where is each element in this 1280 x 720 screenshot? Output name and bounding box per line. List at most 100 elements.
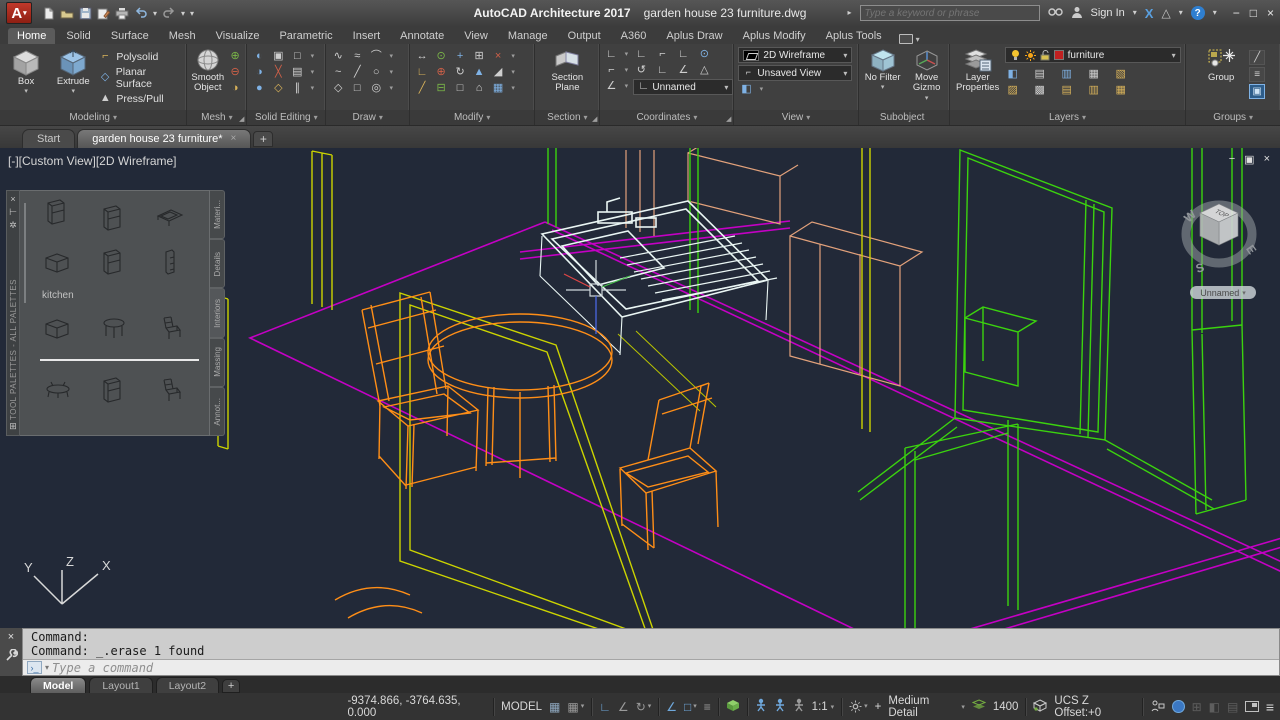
model-space-toggle[interactable]: MODEL: [501, 701, 542, 713]
ucs-object-icon[interactable]: ⊙: [696, 48, 712, 62]
section-plane-button[interactable]: Section Plane: [539, 47, 595, 94]
snap-mode-icon[interactable]: ▦▾: [567, 701, 584, 713]
customization-menu-icon[interactable]: ≡: [1266, 700, 1274, 714]
tab-solid[interactable]: Solid: [57, 28, 99, 44]
array-icon[interactable]: ⊞: [471, 50, 487, 64]
palette-item-sink[interactable]: [144, 197, 196, 239]
viewport-view-control[interactable]: [Custom View]: [19, 154, 96, 168]
interfere-icon[interactable]: ╳: [270, 66, 286, 80]
help-dropdown[interactable]: ▾: [1213, 9, 1217, 17]
trim-icon[interactable]: ∟: [414, 66, 430, 80]
new-tab-button[interactable]: +: [253, 131, 273, 147]
search-input[interactable]: [860, 5, 1040, 21]
cut-plane-icon[interactable]: [972, 699, 986, 714]
viewport-config-icon[interactable]: ◧: [738, 83, 754, 97]
planar-surface-button[interactable]: ◇Planar Surface: [98, 66, 182, 90]
panel-label-coordinates[interactable]: Coordinates: [600, 110, 733, 125]
offset-icon[interactable]: ↻: [452, 66, 468, 80]
arrayrect-icon[interactable]: ▦: [490, 82, 506, 96]
modify-row2-dropdown[interactable]: ▾: [509, 66, 517, 80]
ucs-icon-toggle[interactable]: ∟▾: [604, 48, 630, 62]
tab-home[interactable]: Home: [8, 28, 55, 44]
new-file-button[interactable]: [42, 7, 55, 20]
copy-icon[interactable]: □: [452, 82, 468, 96]
align-icon[interactable]: ⌂: [471, 82, 487, 96]
viewcube[interactable]: W S E TOP: [1180, 190, 1260, 290]
recent-commands-dropdown[interactable]: ▾: [45, 663, 49, 672]
hardware-acceleration-icon[interactable]: [1172, 700, 1185, 713]
mesh-less-icon[interactable]: ⊖: [227, 66, 243, 80]
layer-on-icon[interactable]: ▤: [1059, 84, 1075, 98]
panel-label-section[interactable]: Section: [535, 110, 599, 125]
solid-row1-dropdown[interactable]: ▾: [308, 50, 316, 64]
a360-icon[interactable]: △: [1161, 6, 1170, 20]
panel-label-view[interactable]: View: [734, 110, 857, 125]
search-flyout-arrow[interactable]: ▸: [848, 9, 852, 17]
press-pull-button[interactable]: ▲Press/Pull: [98, 92, 182, 106]
separate-icon[interactable]: ∥: [289, 82, 305, 96]
palette-item-shelf-unit[interactable]: [144, 241, 196, 283]
mesh-refine-icon[interactable]: ⊕: [227, 50, 243, 64]
extend-icon[interactable]: ╱: [414, 82, 430, 96]
ucs-cube-icon[interactable]: [1033, 699, 1047, 715]
layer-off-icon[interactable]: ▦: [1086, 68, 1102, 82]
search-icon[interactable]: [1048, 6, 1063, 21]
tab-surface[interactable]: Surface: [102, 28, 158, 44]
layer-freeze-icon[interactable]: ▥: [1059, 68, 1075, 82]
palette-item-fridge[interactable]: [88, 197, 140, 239]
panel-label-modeling[interactable]: Modeling: [0, 110, 186, 125]
command-close-icon[interactable]: ×: [8, 631, 14, 643]
draw-row3-dropdown[interactable]: ▾: [387, 82, 395, 96]
scale-icon[interactable]: +: [452, 50, 468, 64]
coordinates-expander-icon[interactable]: ◢: [726, 115, 731, 123]
ucs-x-icon[interactable]: ⌐: [654, 48, 670, 62]
tab-annotate[interactable]: Annotate: [391, 28, 453, 44]
slice-icon[interactable]: ▣: [270, 50, 286, 64]
palette-properties-icon[interactable]: ✲: [9, 219, 17, 232]
explode-icon[interactable]: ⊕: [433, 66, 449, 80]
autoscale-icon[interactable]: [774, 698, 786, 715]
group-selection-toggle-icon[interactable]: ▣: [1249, 84, 1265, 99]
polar-tracking-icon[interactable]: ∠: [618, 701, 629, 713]
isodraft-icon[interactable]: ↻▾: [636, 701, 652, 713]
palette-tab-details[interactable]: Details: [210, 239, 225, 288]
palette-title-bar[interactable]: × ⊢ ✲ TOOL PALETTES - ALL PALETTES ⊞: [6, 190, 20, 436]
palette-item-armchair[interactable]: [144, 369, 196, 411]
palette-item-arc2[interactable]: [88, 417, 140, 436]
revcloud-icon[interactable]: ≈: [349, 50, 365, 64]
layout-tab-layout1[interactable]: Layout1: [89, 677, 152, 693]
panel-label-groups[interactable]: Groups: [1186, 110, 1280, 125]
palette-item-arc3[interactable]: [144, 417, 196, 436]
palette-close-icon[interactable]: ×: [10, 193, 15, 206]
union-icon[interactable]: ◐: [251, 50, 267, 64]
visual-style-combo[interactable]: 2D Wireframe: [738, 47, 852, 63]
fillet-icon[interactable]: ◢: [490, 66, 506, 80]
section-expander-icon[interactable]: ◢: [592, 115, 597, 123]
ucs-z-icon[interactable]: ∠: [675, 64, 691, 78]
clean-screen-icon[interactable]: ▤: [1227, 701, 1238, 713]
shared-views-icon[interactable]: [1150, 699, 1165, 715]
freehand-icon[interactable]: ~: [330, 66, 346, 80]
a360-dropdown[interactable]: ▾: [1179, 9, 1183, 17]
file-tab-document[interactable]: garden house 23 furniture* ×: [77, 129, 251, 148]
ucs-world-icon[interactable]: ∟: [633, 48, 649, 62]
palette-item-arc1[interactable]: [32, 417, 84, 436]
tab-aplus-modify[interactable]: Aplus Modify: [734, 28, 815, 44]
maximize-button[interactable]: □: [1250, 6, 1257, 20]
ucs-named-icon[interactable]: ∟: [675, 48, 691, 62]
group-button[interactable]: Group: [1201, 47, 1241, 83]
annotation-monitor-plus[interactable]: +: [875, 701, 882, 713]
panel-label-subobject[interactable]: Subobject: [859, 110, 949, 125]
layer-properties-button[interactable]: Layer Properties: [954, 47, 1002, 94]
save-button[interactable]: [79, 7, 92, 20]
palette-item-chair[interactable]: [144, 307, 196, 349]
palette-item-sideboard[interactable]: [32, 307, 84, 349]
palette-item-round-table[interactable]: [88, 307, 140, 349]
line-icon[interactable]: ╱: [349, 66, 365, 80]
mesh-crease-icon[interactable]: ◑: [227, 82, 243, 96]
mirror-icon[interactable]: ▲: [471, 66, 487, 80]
ribbon-display-toggle[interactable]: ▾: [899, 34, 920, 44]
undo-dropdown[interactable]: ▾: [153, 9, 157, 18]
tab-aplus-tools[interactable]: Aplus Tools: [817, 28, 891, 44]
fullscreen-icon[interactable]: [1245, 701, 1258, 712]
